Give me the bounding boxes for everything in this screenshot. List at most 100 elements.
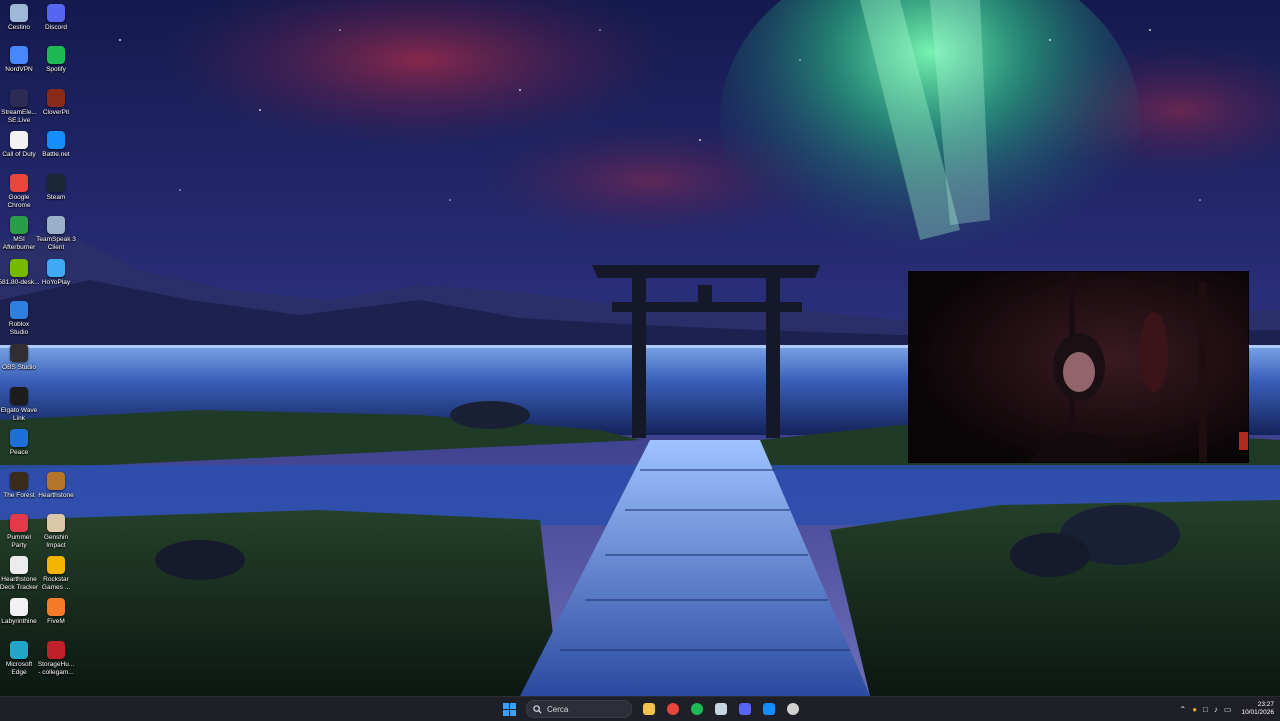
teamspeak-icon [47, 216, 65, 234]
hoyoplay-icon [47, 259, 65, 277]
taskbar-center: Cerca [500, 697, 802, 721]
search-placeholder: Cerca [547, 704, 569, 714]
desktop-shortcut[interactable]: StreamEle... SE.Live [0, 89, 38, 124]
desktop-shortcut-label: TeamSpeak 3 Client [36, 236, 76, 251]
search-box[interactable]: Cerca [526, 700, 632, 718]
desktop-shortcut[interactable]: Hearthstone [37, 472, 75, 500]
chrome-icon [10, 174, 28, 192]
taskbar-app-button[interactable] [640, 700, 658, 718]
taskbar: Cerca ⌃ ● □ ♪ ▭ 23:27 10/01/2026 [0, 696, 1280, 721]
desktop-shortcut-label: Genshin Impact [43, 534, 69, 549]
desktop-shortcut[interactable]: Spotify [37, 46, 75, 74]
desktop-shortcut[interactable]: StorageHu... - collegam... [37, 641, 75, 676]
battery-icon[interactable]: ▭ [1224, 705, 1232, 714]
start-button[interactable] [500, 700, 518, 718]
desktop-shortcut-label: Battle.net [42, 151, 70, 158]
desktop-shortcut-label: Discord [44, 24, 68, 31]
spotify-icon [47, 46, 65, 64]
windows-start-icon [502, 702, 516, 716]
recycle-bin-icon [10, 4, 28, 22]
desktop-shortcut[interactable]: Peace [0, 429, 38, 457]
peace-icon [10, 429, 28, 447]
desktop-shortcut[interactable]: HoYoPlay [37, 259, 75, 287]
battlenet-icon [763, 703, 775, 715]
taskbar-app-button[interactable] [712, 700, 730, 718]
desktop-shortcut-label: Peace [9, 449, 29, 456]
chevron-up-icon[interactable]: ⌃ [1180, 705, 1187, 714]
desktop-shortcut[interactable]: FiveM [37, 598, 75, 626]
desktop-shortcut-label: Steam [46, 194, 66, 201]
the-forest-icon [10, 472, 28, 490]
battlenet-icon [47, 131, 65, 149]
desktop-shortcut[interactable]: Labyrinthine [0, 598, 38, 626]
desktop-shortcut[interactable]: Pummel Party [0, 514, 38, 549]
elgato-wave-link-icon [10, 387, 28, 405]
microphone-icon[interactable]: ● [1192, 705, 1197, 714]
desktop-shortcut[interactable]: Genshin Impact [37, 514, 75, 549]
desktop-shortcut-label: HoYoPlay [41, 279, 71, 286]
desktop-shortcut[interactable]: 581.80-desk... [0, 259, 40, 287]
obs-icon [10, 344, 28, 362]
obs-icon [787, 703, 799, 715]
desktop-shortcut-label: Hearthstone [38, 492, 74, 499]
spotify-icon [691, 703, 703, 715]
clock-date: 10/01/2026 [1241, 709, 1274, 716]
desktop-shortcut[interactable]: CloverPit [37, 89, 75, 117]
clock[interactable]: 23:27 10/01/2026 [1241, 701, 1274, 717]
genshin-impact-icon [47, 514, 65, 532]
chrome-icon [667, 703, 679, 715]
fivem-icon [47, 598, 65, 616]
nordvpn-icon [10, 46, 28, 64]
desktop-shortcut-label: Elgato Wave Link [0, 407, 38, 422]
desktop-shortcut[interactable]: MSI Afterburner [0, 216, 38, 251]
taskbar-app-button[interactable] [688, 700, 706, 718]
volume-icon[interactable]: ♪ [1214, 705, 1218, 714]
desktop-shortcut[interactable]: OBS Studio [0, 344, 38, 372]
storagehub-icon [47, 641, 65, 659]
desktop-shortcut[interactable]: Call of Duty [0, 131, 38, 159]
desktop-shortcut[interactable]: TeamSpeak 3 Client [36, 216, 76, 251]
desktop-shortcut-label: StorageHu... - collegam... [37, 661, 75, 676]
pinned-apps [640, 700, 802, 718]
desktop-shortcut[interactable]: NordVPN [0, 46, 38, 74]
taskbar-app-button[interactable] [760, 700, 778, 718]
desktop-shortcut[interactable]: Hearthstone Deck Tracker [0, 556, 38, 591]
desktop-shortcut-label: CloverPit [42, 109, 70, 116]
msi-afterburner-icon [10, 216, 28, 234]
desktop-shortcut[interactable]: Rockstar Games ... [37, 556, 75, 591]
desktop-shortcut[interactable]: Discord [37, 4, 75, 32]
webcam-overlay [908, 271, 1249, 463]
desktop-shortcut[interactable]: Cestino [0, 4, 38, 32]
desktop-shortcut[interactable]: Steam [37, 174, 75, 202]
taskbar-app-button[interactable] [664, 700, 682, 718]
system-tray: ⌃ ● □ ♪ ▭ 23:27 10/01/2026 [1180, 697, 1275, 721]
desktop-shortcut[interactable]: Google Chrome [0, 174, 38, 209]
file-explorer-icon [643, 703, 655, 715]
streamelements-icon [10, 89, 28, 107]
discord-icon [47, 4, 65, 22]
desktop-shortcut-label: FiveM [47, 618, 65, 625]
steam-icon [715, 703, 727, 715]
taskbar-app-button[interactable] [736, 700, 754, 718]
hearthstone-icon [47, 472, 65, 490]
steam-icon [47, 174, 65, 192]
clock-time: 23:27 [1257, 701, 1274, 708]
rockstar-icon [47, 556, 65, 574]
desktop-shortcut-label: Rockstar Games ... [41, 576, 71, 591]
edge-icon [10, 641, 28, 659]
taskbar-app-button[interactable] [784, 700, 802, 718]
desktop-shortcut[interactable]: Roblox Studio [0, 301, 38, 336]
desktop-shortcut-label: OBS Studio [2, 364, 36, 371]
pummel-party-icon [10, 514, 28, 532]
desktop-shortcut[interactable]: Microsoft Edge [0, 641, 38, 676]
desktop-shortcut[interactable]: Battle.net [37, 131, 75, 159]
hdt-icon [10, 556, 28, 574]
labyrinthine-icon [10, 598, 28, 616]
desktop-shortcut[interactable]: Elgato Wave Link [0, 387, 38, 422]
desktop-shortcut[interactable]: The Forest [0, 472, 38, 500]
roblox-studio-icon [10, 301, 28, 319]
search-icon [533, 704, 542, 714]
discord-icon [739, 703, 751, 715]
network-icon[interactable]: □ [1203, 705, 1208, 714]
call-of-duty-icon [10, 131, 28, 149]
